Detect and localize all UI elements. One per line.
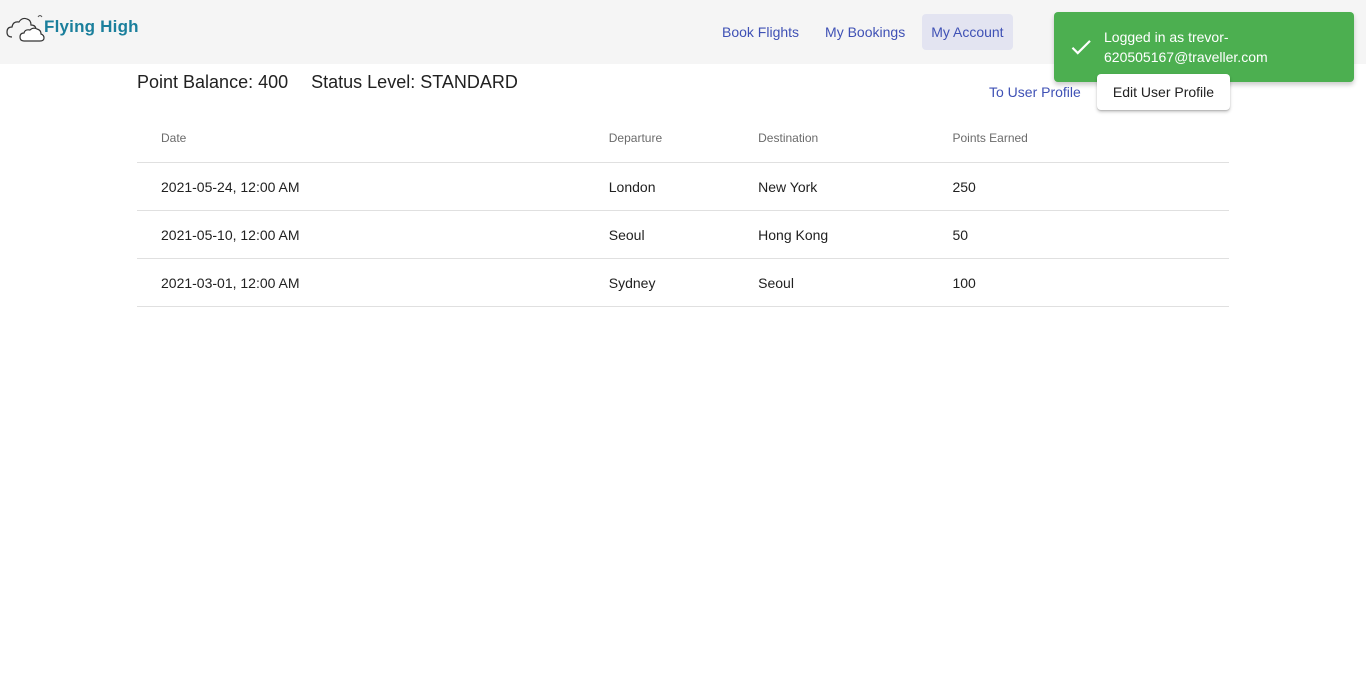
table-row: 2021-05-24, 12:00 AM London New York 250 [137,162,1229,211]
point-balance: Point Balance: 400 [137,72,289,92]
nav-my-account[interactable]: My Account [922,14,1013,50]
column-header-date[interactable]: Date [137,114,609,163]
cloud-icon [6,15,45,42]
cell-date: 2021-05-10, 12:00 AM [137,210,609,259]
account-summary: Point Balance: 400 Status Level: STANDAR… [137,72,518,93]
cell-date: 2021-03-01, 12:00 AM [137,258,609,307]
table-row: 2021-03-01, 12:00 AM Sydney Seoul 100 [137,258,1229,307]
cell-points-earned: 50 [952,210,1229,259]
logo-text: Flying High [44,17,139,36]
nav-my-bookings[interactable]: My Bookings [816,14,914,50]
table-row: 2021-05-10, 12:00 AM Seoul Hong Kong 50 [137,210,1229,259]
column-header-points-earned[interactable]: Points Earned [952,114,1229,163]
status-level: Status Level: STANDARD [311,72,518,92]
cell-departure: Seoul [608,210,759,259]
column-header-departure[interactable]: Departure [608,114,759,163]
cell-date: 2021-05-24, 12:00 AM [137,162,609,211]
cell-points-earned: 100 [952,258,1229,307]
main-nav: Book Flights My Bookings My Account [713,14,1013,50]
cell-departure: London [608,162,759,211]
login-toast: Logged in as trevor-620505167@traveller.… [1054,12,1354,82]
to-user-profile-link[interactable]: To User Profile [989,82,1081,102]
toast-message: Logged in as trevor-620505167@traveller.… [1104,29,1268,65]
points-table: Date Departure Destination Points Earned… [137,114,1229,307]
table-header-row: Date Departure Destination Points Earned [137,114,1229,163]
check-icon [1071,40,1091,55]
cell-destination: Seoul [758,258,953,307]
nav-book-flights[interactable]: Book Flights [713,14,808,50]
edit-user-profile-button[interactable]: Edit User Profile [1097,74,1230,110]
cell-departure: Sydney [608,258,759,307]
cell-points-earned: 250 [952,162,1229,211]
cell-destination: Hong Kong [758,210,953,259]
column-header-destination[interactable]: Destination [758,114,953,163]
app-logo[interactable]: Flying High [6,10,139,44]
cell-destination: New York [758,162,953,211]
